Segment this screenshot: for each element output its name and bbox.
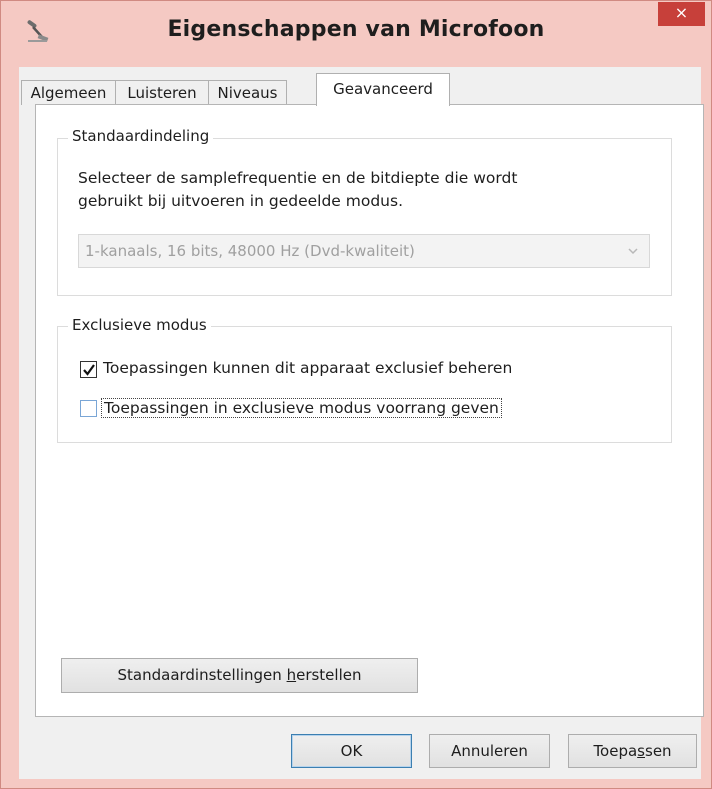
window-title: Eigenschappen van Microfoon xyxy=(167,17,545,42)
exclusive-priority-checkbox[interactable] xyxy=(80,400,97,417)
exclusive-priority-option[interactable]: Toepassingen in exclusieve modus voorran… xyxy=(80,398,600,420)
restore-label-part: Standaardinstellingen xyxy=(117,666,287,684)
default-format-label: Standaardindeling xyxy=(68,127,214,145)
restore-defaults-button[interactable]: Standaardinstellingen herstellen xyxy=(61,658,418,693)
ok-label: OK xyxy=(340,742,363,760)
cancel-label: Annuleren xyxy=(451,742,528,760)
exclusive-priority-label: Toepassingen in exclusieve modus voorran… xyxy=(101,398,502,418)
tab-niveaus[interactable]: Niveaus xyxy=(208,80,287,105)
ok-button[interactable]: OK xyxy=(291,734,412,768)
restore-label-accelerator: h xyxy=(286,666,297,684)
close-icon: × xyxy=(674,3,689,22)
close-button[interactable]: × xyxy=(658,2,705,26)
apply-button[interactable]: Toepassen xyxy=(568,734,697,768)
exclusive-mode-label: Exclusieve modus xyxy=(68,316,211,334)
default-format-description-line1: Selecteer de samplefrequentie en de bitd… xyxy=(78,169,518,187)
restore-label-part: erstellen xyxy=(296,666,362,684)
cancel-button[interactable]: Annuleren xyxy=(429,734,550,768)
apply-label-accelerator: s xyxy=(637,742,645,760)
tab-label: Geavanceerd xyxy=(333,80,433,98)
default-format-description-line2: gebruikt bij uitvoeren in gedeelde modus… xyxy=(78,192,403,210)
exclusive-control-checkbox[interactable] xyxy=(80,361,97,378)
tab-algemeen[interactable]: Algemeen xyxy=(21,80,116,105)
title-bar[interactable]: Eigenschappen van Microfoon × xyxy=(1,1,711,63)
properties-window: Eigenschappen van Microfoon × Algemeen L… xyxy=(0,0,712,789)
default-format-select[interactable]: 1-kanaals, 16 bits, 48000 Hz (Dvd-kwalit… xyxy=(78,234,650,268)
apply-label-part: Toepa xyxy=(593,742,638,760)
tab-geavanceerd[interactable]: Geavanceerd xyxy=(316,73,450,106)
default-format-group xyxy=(57,138,672,296)
tab-label: Algemeen xyxy=(30,84,107,102)
tab-label: Luisteren xyxy=(127,84,197,102)
tab-panel-advanced: Standaardindeling Selecteer de samplefre… xyxy=(35,104,704,717)
tab-luisteren[interactable]: Luisteren xyxy=(115,80,209,105)
exclusive-control-option[interactable]: Toepassingen kunnen dit apparaat exclusi… xyxy=(80,359,600,381)
chevron-down-icon xyxy=(627,235,639,280)
checkmark-icon xyxy=(83,364,95,376)
apply-label-part: sen xyxy=(645,742,672,760)
default-format-value: 1-kanaals, 16 bits, 48000 Hz (Dvd-kwalit… xyxy=(85,242,415,260)
exclusive-mode-group xyxy=(57,326,672,443)
exclusive-control-label: Toepassingen kunnen dit apparaat exclusi… xyxy=(103,359,513,377)
tab-label: Niveaus xyxy=(217,84,278,102)
